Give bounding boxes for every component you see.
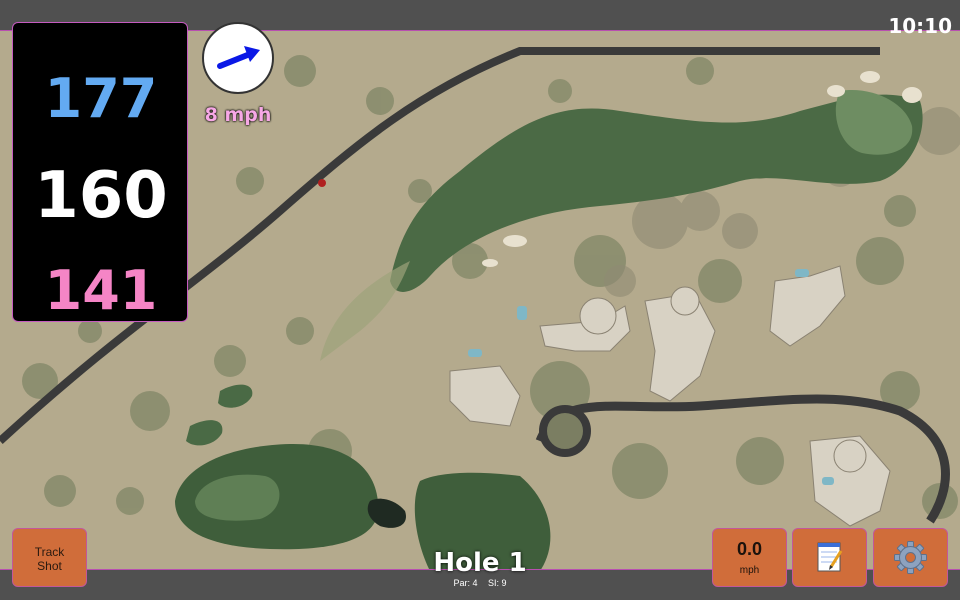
si-label: SI: 9 — [488, 578, 507, 588]
gear-icon — [894, 541, 927, 574]
wind-direction-indicator — [202, 22, 274, 94]
arrow-icon — [217, 46, 260, 69]
hole-info: Par: 4 SI: 9 — [380, 578, 580, 588]
clock: 10:10 — [888, 14, 952, 38]
speed-button[interactable]: 0.0 mph — [712, 528, 787, 587]
distance-panel: 177 160 141 — [12, 22, 188, 322]
track-shot-label-line2: Shot — [37, 559, 62, 573]
settings-button[interactable] — [873, 528, 948, 587]
track-shot-button[interactable]: Track Shot — [12, 528, 87, 587]
track-shot-label-line1: Track — [34, 545, 65, 559]
front-distance: 141 — [44, 259, 158, 322]
back-distance: 177 — [44, 67, 158, 130]
par-label: Par: 4 — [453, 578, 478, 588]
notepad-icon — [817, 542, 843, 572]
speed-unit: mph — [739, 565, 760, 576]
notes-button[interactable] — [792, 528, 867, 587]
speed-value: 0.0 — [736, 539, 763, 559]
hole-title: Hole 1 — [433, 548, 527, 578]
wind-speed: 8 mph — [204, 104, 272, 126]
center-distance: 160 — [34, 159, 168, 233]
